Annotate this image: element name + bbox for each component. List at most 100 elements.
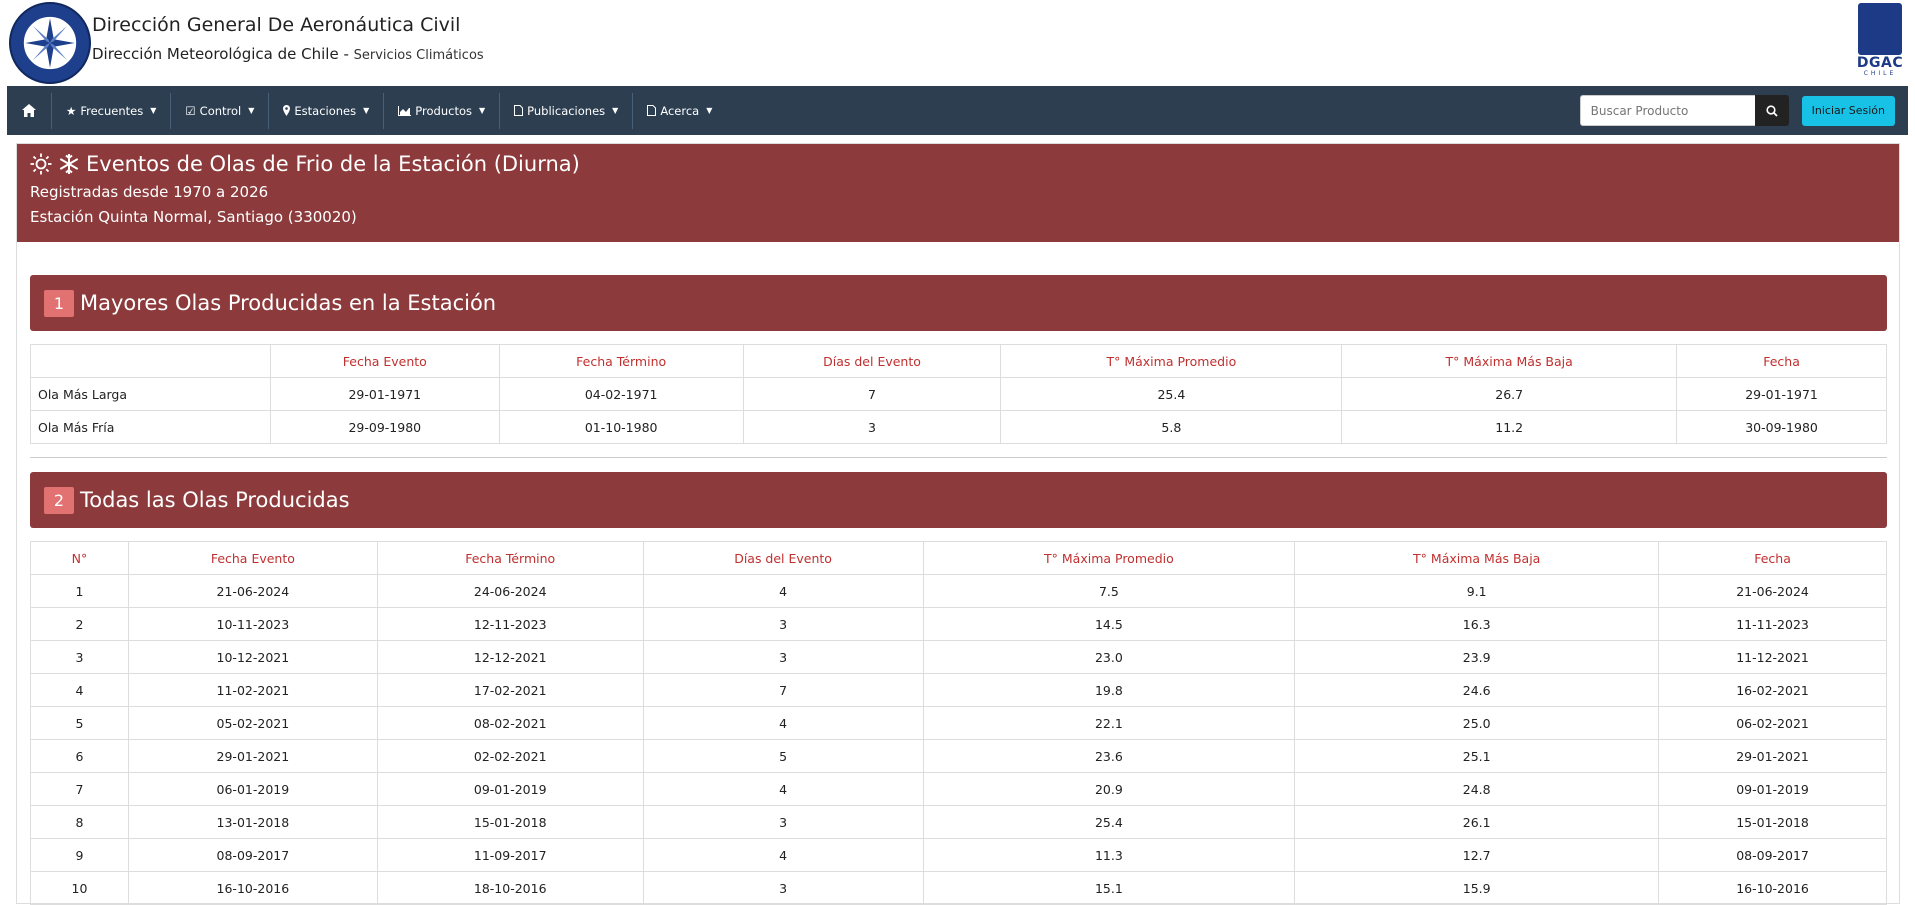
station-name: Estación Quinta Normal, Santiago (330020…: [30, 208, 357, 226]
registered-range: Registradas desde 1970 a 2026: [30, 183, 269, 201]
table-row: 4 11-02-2021 17-02-2021 7 19.8 24.6 16-02-2021: [30, 673, 1887, 707]
table-row: 3 10-12-2021 12-12-2021 3 23.0 23.9 11-12-2021: [30, 640, 1887, 674]
table-row: 6 29-01-2021 02-02-2021 5 23.6 25.1 29-01-2021: [30, 739, 1887, 773]
table-cell: 1: [30, 574, 129, 608]
table-cell: 11.2: [1341, 410, 1678, 444]
dmc-logo[interactable]: [9, 2, 91, 84]
nav-estaciones[interactable]: Estaciones ▼: [269, 86, 383, 135]
table-header-row: N° Fecha Evento Fecha Término Días del E…: [30, 541, 1887, 575]
table-cell: 06-02-2021: [1658, 706, 1887, 740]
column-header: Fecha Término: [376, 541, 644, 575]
table-cell: 24.8: [1294, 772, 1660, 806]
table-cell: 4: [30, 673, 129, 707]
table-cell: 02-02-2021: [376, 739, 644, 773]
column-header: Fecha: [1658, 541, 1887, 575]
table-cell: 5: [642, 739, 924, 773]
largest-waves-table: Fecha Evento Fecha Término Días del Even…: [30, 344, 1887, 444]
table-cell: 15-01-2018: [376, 805, 644, 839]
nav-right-group: Iniciar Sesión: [1579, 95, 1908, 126]
table-cell: 12.7: [1294, 838, 1660, 872]
table-cell: 19.8: [922, 673, 1296, 707]
column-header: T° Máxima Promedio: [1000, 344, 1343, 378]
nav-acerca-label: Acerca: [660, 103, 700, 118]
site-header: Dirección General De Aeronáutica Civil D…: [0, 0, 1915, 86]
search-input[interactable]: [1579, 95, 1755, 126]
table-cell: 8: [30, 805, 129, 839]
table-row: 7 06-01-2019 09-01-2019 4 20.9 24.8 09-01-2019: [30, 772, 1887, 806]
nav-publicaciones[interactable]: Publicaciones ▼: [500, 86, 632, 135]
table-cell: 2: [30, 607, 129, 641]
all-waves-table: N° Fecha Evento Fecha Término Días del E…: [30, 541, 1887, 905]
table-cell: 11.3: [922, 838, 1296, 872]
search-button[interactable]: [1754, 95, 1789, 126]
panel-header: Eventos de Olas de Frio de la Estación (…: [17, 144, 1899, 242]
dgac-logo[interactable]: DGAC CHILE: [1857, 3, 1903, 79]
table-cell: 21-06-2024: [127, 574, 378, 608]
nav-control-label: Control: [199, 103, 242, 118]
table-cell: 15-01-2018: [1658, 805, 1887, 839]
dgac-logo-subtext: CHILE: [1863, 70, 1897, 77]
column-header: [30, 344, 271, 378]
table-cell: 22.1: [922, 706, 1296, 740]
table-row: Ola Más Larga 29-01-1971 04-02-1971 7 25…: [30, 377, 1887, 411]
table-cell: 21-06-2024: [1658, 574, 1887, 608]
table-cell: 17-02-2021: [376, 673, 644, 707]
table-cell: 7.5: [922, 574, 1296, 608]
table-cell: 3: [642, 640, 924, 674]
nav-productos[interactable]: Productos ▼: [384, 86, 499, 135]
column-header: Fecha Evento: [269, 344, 500, 378]
table-cell: 08-09-2017: [127, 838, 378, 872]
table-cell: 25.1: [1294, 739, 1660, 773]
table-cell: 23.9: [1294, 640, 1660, 674]
table-cell: 30-09-1980: [1676, 410, 1887, 444]
table-cell: 23.0: [922, 640, 1296, 674]
table-cell: 3: [642, 805, 924, 839]
home-button[interactable]: [7, 86, 51, 135]
table-cell: 5.8: [1000, 410, 1343, 444]
table-cell: 09-01-2019: [1658, 772, 1887, 806]
nav-acerca[interactable]: Acerca ▼: [633, 86, 726, 135]
table-cell: 11-09-2017: [376, 838, 644, 872]
table-cell: 01-10-1980: [498, 410, 744, 444]
chevron-down-icon: ▼: [612, 106, 619, 115]
column-header: T° Máxima Más Baja: [1294, 541, 1660, 575]
table-row: 5 05-02-2021 08-02-2021 4 22.1 25.0 06-02-2021: [30, 706, 1887, 740]
table-cell: 11-12-2021: [1658, 640, 1887, 674]
chevron-down-icon: ▼: [363, 106, 370, 115]
home-icon: [22, 104, 36, 117]
table-cell: 16-02-2021: [1658, 673, 1887, 707]
table-cell: 16-10-2016: [127, 871, 378, 905]
table-cell: 12-11-2023: [376, 607, 644, 641]
main-navbar: ★ Frecuentes ▼ ☑ Control ▼ Estaciones ▼ …: [7, 86, 1908, 135]
table-row: 2 10-11-2023 12-11-2023 3 14.5 16.3 11-11-2023: [30, 607, 1887, 641]
chevron-down-icon: ▼: [248, 106, 255, 115]
column-header: Fecha Término: [498, 344, 744, 378]
table-row: 10 16-10-2016 18-10-2016 3 15.1 15.9 16-10-201…: [30, 871, 1887, 905]
table-cell: 16-10-2016: [1658, 871, 1887, 905]
table-cell: 3: [30, 640, 129, 674]
column-header: Días del Evento: [642, 541, 924, 575]
subtitle-separator: -: [338, 45, 354, 63]
table-cell: 10-12-2021: [127, 640, 378, 674]
search-icon: [1766, 104, 1778, 117]
table-cell: 15.9: [1294, 871, 1660, 905]
table-cell: 7: [742, 377, 1002, 411]
section-divider: [30, 457, 1887, 458]
org-subtitle-main: Dirección Meteorológica de Chile: [92, 45, 339, 63]
sun-icon: [30, 153, 52, 175]
chevron-down-icon: ▼: [150, 106, 157, 115]
login-button[interactable]: Iniciar Sesión: [1801, 95, 1895, 126]
table-cell: 09-01-2019: [376, 772, 644, 806]
column-header: N°: [30, 541, 129, 575]
area-chart-icon: [398, 105, 412, 116]
table-cell: 11-11-2023: [1658, 607, 1887, 641]
nav-frecuentes[interactable]: ★ Frecuentes ▼: [52, 86, 170, 135]
table-cell: 18-10-2016: [376, 871, 644, 905]
nav-control[interactable]: ☑ Control ▼: [171, 86, 268, 135]
table-row: 9 08-09-2017 11-09-2017 4 11.3 12.7 08-09-2017: [30, 838, 1887, 872]
table-cell: 05-02-2021: [127, 706, 378, 740]
column-header: T° Máxima Más Baja: [1341, 344, 1678, 378]
table-cell: 3: [642, 607, 924, 641]
table-cell: 4: [642, 706, 924, 740]
dgac-logo-text: DGAC: [1856, 55, 1904, 71]
